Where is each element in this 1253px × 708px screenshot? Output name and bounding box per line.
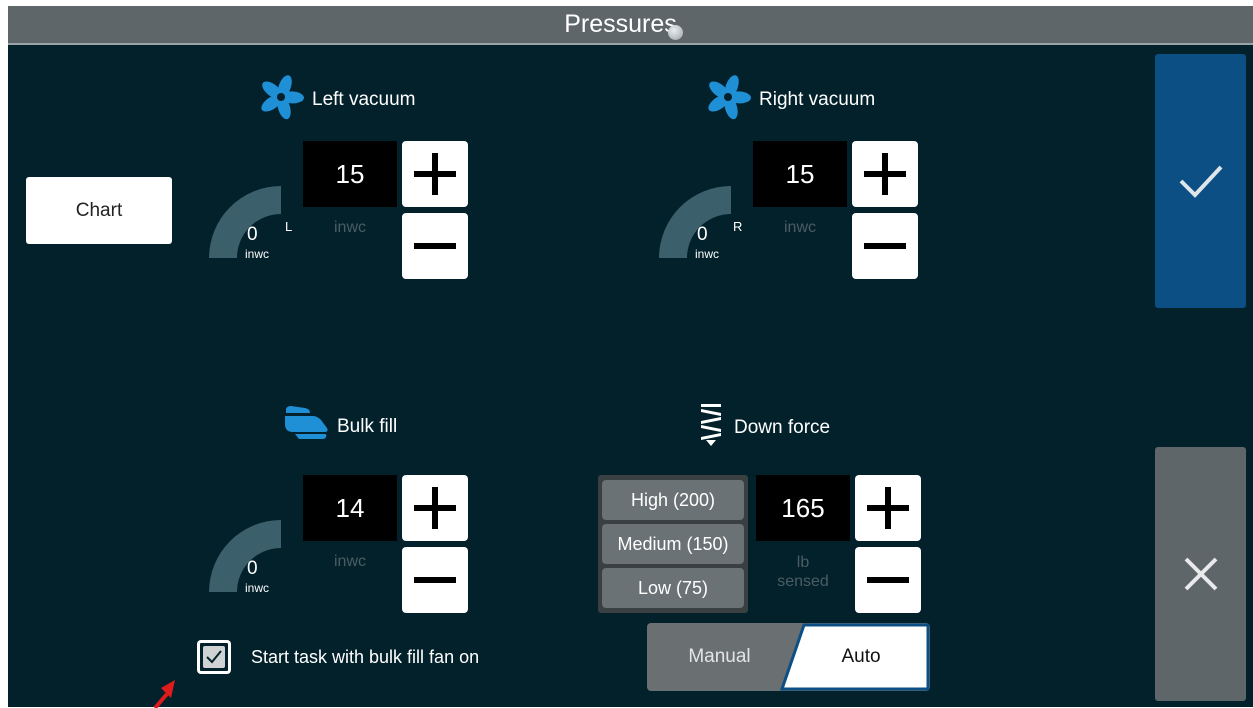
mode-toggle: Manual Auto xyxy=(647,623,930,691)
left-vacuum-decrease-button[interactable] xyxy=(402,213,468,279)
left-vacuum-gauge-value: 0 xyxy=(247,224,258,245)
bulk-fill-setpoint[interactable]: 14 xyxy=(303,475,397,541)
down-force-unit-line2: sensed xyxy=(777,573,829,590)
down-force-decrease-button[interactable] xyxy=(855,547,921,613)
right-vacuum-gauge-value: 0 xyxy=(697,224,708,245)
plus-icon xyxy=(414,153,456,195)
right-vacuum-unit: inwc xyxy=(783,219,816,236)
checkmark-icon xyxy=(206,650,222,664)
right-vacuum-decrease-button[interactable] xyxy=(852,213,918,279)
minus-icon xyxy=(414,577,456,583)
minus-icon xyxy=(867,577,909,583)
right-vacuum-header: Right vacuum xyxy=(705,74,875,126)
down-force-setpoint[interactable]: 165 xyxy=(756,475,850,541)
down-force-unit: lb sensed xyxy=(756,553,850,591)
down-force-level-high[interactable]: High (200) xyxy=(602,480,744,520)
pressures-screen: Pressures Chart Left vacuum 0 inwc L 15 … xyxy=(8,6,1253,708)
bulk-fill-header: Bulk fill xyxy=(283,406,397,448)
left-vacuum-title: Left vacuum xyxy=(312,89,416,110)
close-icon xyxy=(1184,557,1217,591)
plus-icon xyxy=(414,487,456,529)
bulk-fill-gauge-unit: inwc xyxy=(245,581,270,595)
left-vacuum-setpoint[interactable]: 15 xyxy=(303,141,397,207)
checkbox-fill xyxy=(203,646,225,668)
bulk-fan-checkbox[interactable] xyxy=(197,640,231,674)
left-vacuum-increase-button[interactable] xyxy=(402,141,468,207)
bulk-fill-title: Bulk fill xyxy=(337,416,398,437)
bulk-fill-gauge-value: 0 xyxy=(247,558,258,579)
right-vacuum-setpoint[interactable]: 15 xyxy=(753,141,847,207)
title-bar: Pressures xyxy=(8,6,1253,45)
minus-icon xyxy=(414,243,456,249)
down-force-title: Down force xyxy=(734,417,831,438)
fan-icon xyxy=(258,74,304,126)
cancel-button[interactable] xyxy=(1155,447,1246,701)
bulk-fill-increase-button[interactable] xyxy=(402,475,468,541)
pointer-arrow-icon xyxy=(153,680,175,708)
page-title: Pressures xyxy=(564,10,677,38)
mode-manual-option[interactable]: Manual xyxy=(647,623,792,691)
check-icon xyxy=(1179,165,1222,198)
chart-button[interactable]: Chart xyxy=(26,177,172,244)
down-force-level-group: High (200) Medium (150) Low (75) xyxy=(598,475,748,613)
status-indicator xyxy=(668,25,683,40)
spring-icon xyxy=(696,403,726,453)
fan-icon xyxy=(705,74,751,126)
confirm-button[interactable] xyxy=(1155,54,1246,308)
bulk-fill-icon xyxy=(283,406,329,448)
bulk-fill-decrease-button[interactable] xyxy=(402,547,468,613)
mode-auto-option[interactable]: Auto xyxy=(792,623,930,691)
right-vacuum-title: Right vacuum xyxy=(759,89,876,110)
left-vacuum-unit: inwc xyxy=(333,219,366,236)
down-force-level-low[interactable]: Low (75) xyxy=(602,568,744,608)
minus-icon xyxy=(864,243,906,249)
right-vacuum-increase-button[interactable] xyxy=(852,141,918,207)
left-vacuum-header: Left vacuum xyxy=(258,74,416,126)
left-vacuum-gauge-unit: inwc xyxy=(245,247,270,261)
right-vacuum-side-label: R xyxy=(733,219,743,234)
right-vacuum-gauge-unit: inwc xyxy=(695,247,720,261)
down-force-unit-line1: lb xyxy=(796,554,810,571)
left-vacuum-side-label: L xyxy=(285,219,293,234)
bulk-fan-checkbox-label: Start task with bulk fill fan on xyxy=(251,647,480,667)
plus-icon xyxy=(867,487,909,529)
down-force-increase-button[interactable] xyxy=(855,475,921,541)
down-force-header: Down force xyxy=(696,403,830,453)
down-force-level-medium[interactable]: Medium (150) xyxy=(602,524,744,564)
bulk-fill-unit: inwc xyxy=(333,553,366,570)
plus-icon xyxy=(864,153,906,195)
